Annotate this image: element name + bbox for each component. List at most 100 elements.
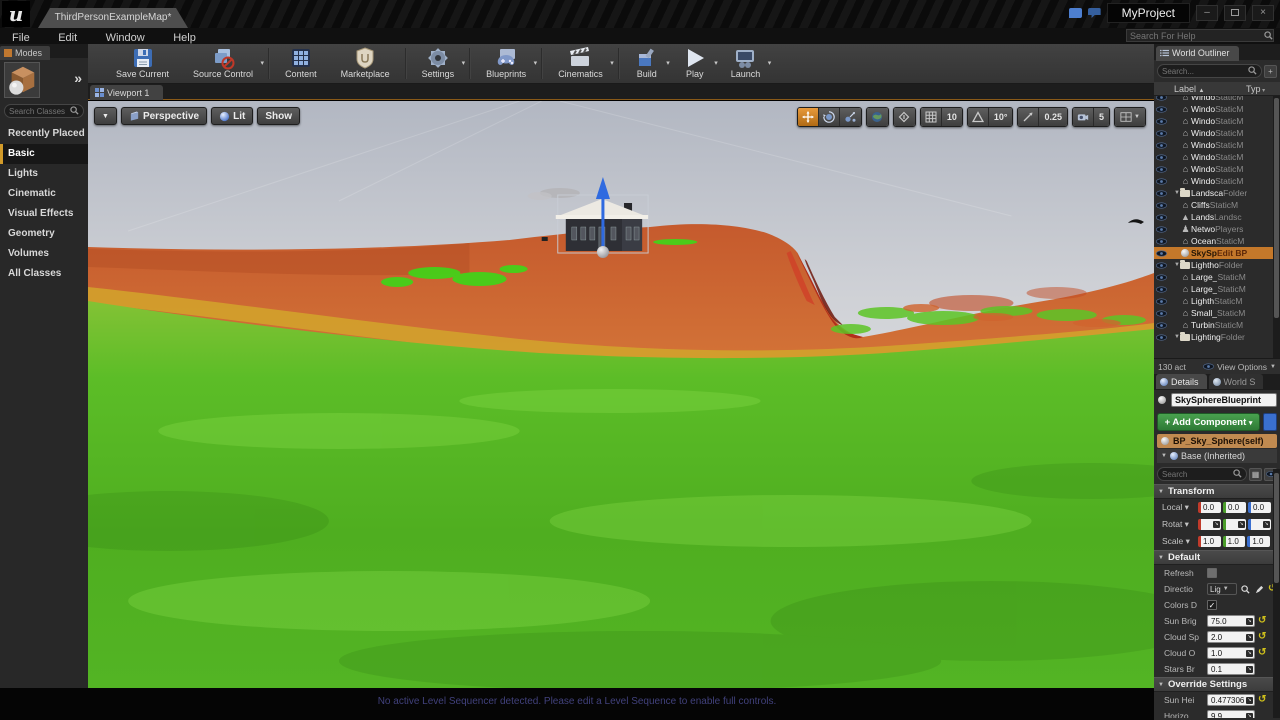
outliner-row-lightho-14[interactable]: ▼LighthoFolder: [1154, 259, 1280, 271]
property-matrix-button[interactable]: ▦: [1249, 468, 1262, 481]
visibility-eye-icon[interactable]: [1154, 178, 1168, 185]
reset-to-default-icon[interactable]: ↺: [1258, 695, 1266, 705]
outliner-row-landsca-8[interactable]: ▼LandscaFolder: [1154, 187, 1280, 199]
modes-item-visual-effects[interactable]: Visual Effects: [0, 204, 88, 224]
modes-item-lights[interactable]: Lights: [0, 164, 88, 184]
visibility-eye-icon[interactable]: [1154, 250, 1168, 257]
scale-snap-button[interactable]: [1018, 108, 1039, 126]
outliner-row-windo-3[interactable]: ⌂WindoStaticM: [1154, 127, 1280, 139]
dropdown-directio[interactable]: Lig▼: [1207, 583, 1237, 595]
place-mode-button[interactable]: [4, 62, 40, 98]
visibility-eye-icon[interactable]: [1154, 334, 1168, 341]
settings-button[interactable]: ▾Settings: [410, 44, 467, 83]
number-field-cloud-o[interactable]: 1.0↘: [1207, 647, 1255, 659]
number-field-horizo[interactable]: 9.9↘: [1207, 710, 1255, 718]
blueprints-button[interactable]: ▾Blueprints: [474, 44, 538, 83]
outliner-row-windo-7[interactable]: ⌂WindoStaticM: [1154, 175, 1280, 187]
cinematics-button[interactable]: ▾Cinematics: [546, 44, 615, 83]
visibility-eye-icon[interactable]: [1154, 238, 1168, 245]
visibility-eye-icon[interactable]: [1154, 154, 1168, 161]
visibility-eye-icon[interactable]: [1154, 298, 1168, 305]
outliner-row-windo-2[interactable]: ⌂WindoStaticM: [1154, 115, 1280, 127]
outliner-search-input[interactable]: [1162, 67, 1248, 76]
axis-y-field[interactable]: 0.0: [1223, 502, 1246, 513]
world-space-button[interactable]: [867, 108, 888, 126]
view-options-button[interactable]: View Options: [1217, 362, 1267, 372]
drag-handle-icon[interactable]: ↘: [1246, 713, 1253, 719]
outliner-row-small-18[interactable]: ⌂Small_StaticM: [1154, 307, 1280, 319]
scale-snap-value[interactable]: 0.25: [1039, 108, 1067, 126]
tab-details[interactable]: Details: [1156, 374, 1207, 389]
outliner-row-windo-5[interactable]: ⌂WindoStaticM: [1154, 151, 1280, 163]
grid-snap-value[interactable]: 10: [942, 108, 962, 126]
drag-handle-icon[interactable]: ↘: [1246, 618, 1253, 625]
details-scroll-thumb[interactable]: [1274, 473, 1279, 583]
rotation-snap-value[interactable]: 10°: [989, 108, 1013, 126]
outliner-scroll-thumb[interactable]: [1274, 98, 1279, 318]
content-button[interactable]: Content: [273, 44, 329, 83]
outliner-filter-button[interactable]: +: [1264, 65, 1277, 78]
rotation-snap-button[interactable]: [968, 108, 989, 126]
maximize-viewport-button[interactable]: ▼: [1115, 108, 1145, 126]
axis-x-field[interactable]: ↘: [1198, 519, 1221, 530]
camera-speed-value[interactable]: 5: [1094, 108, 1109, 126]
drag-handle-icon[interactable]: ↘: [1213, 521, 1220, 528]
pen-icon[interactable]: [1254, 584, 1265, 595]
add-component-button[interactable]: + Add Component ▾: [1157, 413, 1260, 431]
visibility-eye-icon[interactable]: [1154, 274, 1168, 281]
modes-item-geometry[interactable]: Geometry: [0, 224, 88, 244]
search-icon[interactable]: [1240, 584, 1251, 595]
axis-x-field[interactable]: 1.0: [1198, 536, 1221, 547]
tab-world-outliner[interactable]: World Outliner: [1156, 46, 1239, 61]
drag-handle-icon[interactable]: ↘: [1246, 697, 1253, 704]
visibility-eye-icon[interactable]: [1154, 202, 1168, 209]
build-button[interactable]: ▾Build: [623, 44, 671, 83]
visibility-eye-icon[interactable]: [1154, 96, 1168, 101]
rotate-tool-button[interactable]: [819, 108, 840, 126]
details-scrollbar[interactable]: [1273, 469, 1280, 718]
outliner-row-lighth-17[interactable]: ⌂LighthStaticM: [1154, 295, 1280, 307]
visibility-eye-icon[interactable]: [1154, 118, 1168, 125]
marketplace-button[interactable]: Marketplace: [329, 44, 402, 83]
outliner-row-lands-10[interactable]: ▲LandsLandsc: [1154, 211, 1280, 223]
outliner-row-windo-0[interactable]: ⌂WindoStaticM: [1154, 96, 1280, 103]
drag-handle-icon[interactable]: ↘: [1263, 521, 1270, 528]
visibility-eye-icon[interactable]: [1154, 142, 1168, 149]
visibility-eye-icon[interactable]: [1154, 286, 1168, 293]
visibility-eye-icon[interactable]: [1154, 106, 1168, 113]
details-search-input[interactable]: [1162, 470, 1233, 479]
modes-item-recently-placed[interactable]: Recently Placed: [0, 124, 88, 144]
level-tab[interactable]: ThirdPersonExampleMap*: [38, 8, 188, 28]
section-header-override-settings[interactable]: ▼Override Settings: [1154, 677, 1280, 692]
number-field-sun-brig[interactable]: 75.0↘: [1207, 615, 1255, 627]
edit-blueprint-button[interactable]: [1263, 413, 1277, 431]
drag-handle-icon[interactable]: ↘: [1246, 650, 1253, 657]
tab-viewport-1[interactable]: Viewport 1: [90, 85, 163, 100]
outliner-row-netwo-11[interactable]: ♟NetwoPlayers: [1154, 223, 1280, 235]
grid-snap-button[interactable]: [921, 108, 942, 126]
reset-to-default-icon[interactable]: ↺: [1258, 632, 1266, 642]
play-button[interactable]: ▾Play: [671, 44, 719, 83]
visibility-eye-icon[interactable]: [1154, 130, 1168, 137]
number-field-sun-hei[interactable]: 0.477306↘: [1207, 694, 1255, 706]
expand-modes-button[interactable]: »: [74, 70, 82, 86]
outliner-row-large-16[interactable]: ⌂Large_StaticM: [1154, 283, 1280, 295]
axis-y-field[interactable]: ↘: [1223, 519, 1246, 530]
move-tool-button[interactable]: [798, 108, 819, 126]
lit-mode-button[interactable]: Lit: [211, 107, 253, 125]
scale-tool-button[interactable]: [840, 108, 861, 126]
visibility-eye-icon[interactable]: [1154, 322, 1168, 329]
outliner-row-turbin-19[interactable]: ⌂TurbinStaticM: [1154, 319, 1280, 331]
close-button[interactable]: ×: [1252, 5, 1274, 21]
search-classes-input[interactable]: [9, 107, 70, 116]
column-header-label[interactable]: Label ▲: [1154, 84, 1246, 94]
section-header-default[interactable]: ▼Default: [1154, 550, 1280, 565]
save-current-button[interactable]: Save Current: [104, 44, 181, 83]
drag-handle-icon[interactable]: ↘: [1246, 634, 1253, 641]
modes-item-cinematic[interactable]: Cinematic: [0, 184, 88, 204]
feedback-icon[interactable]: [1069, 8, 1082, 18]
outliner-row-cliffs-9[interactable]: ⌂CliffsStaticM: [1154, 199, 1280, 211]
number-field-stars-br[interactable]: 0.1↘: [1207, 663, 1255, 675]
number-field-cloud-sp[interactable]: 2.0↘: [1207, 631, 1255, 643]
visibility-eye-icon[interactable]: [1154, 226, 1168, 233]
